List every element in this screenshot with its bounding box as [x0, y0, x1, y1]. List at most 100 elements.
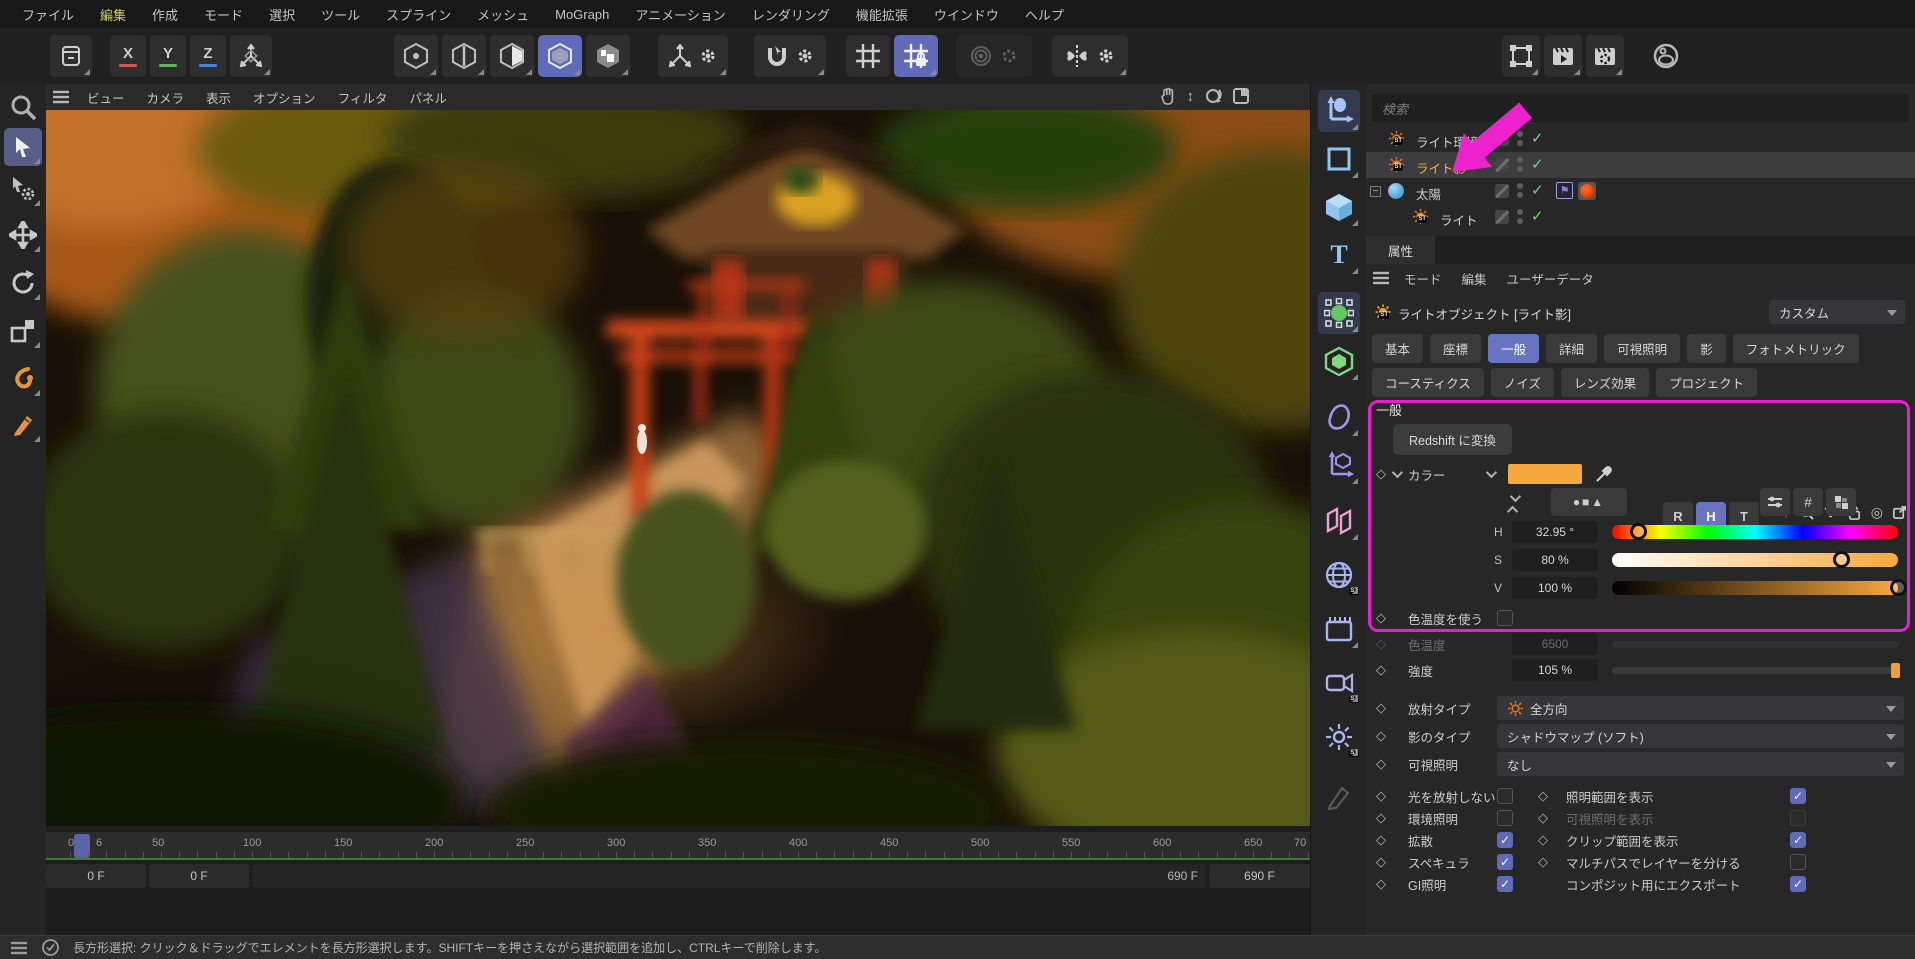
checkbox-クリップ範囲を表示[interactable]: ✓: [1790, 832, 1806, 848]
pan-view-icon[interactable]: [1159, 87, 1177, 105]
dropdown-影のタイプ[interactable]: シャドウマップ (ソフト): [1497, 724, 1904, 748]
lock-workplane-button[interactable]: [894, 35, 938, 77]
tweak-tool[interactable]: [4, 170, 42, 208]
pen-tool-icon[interactable]: [4, 406, 42, 444]
viewport-burger-icon[interactable]: [52, 90, 70, 104]
hsv-value-S[interactable]: 80 %: [1512, 549, 1598, 571]
menu-ツール[interactable]: ツール: [309, 1, 372, 28]
viewport-menu-5[interactable]: パネル: [398, 85, 458, 110]
checkbox-スペキュラ[interactable]: ✓: [1497, 854, 1513, 870]
menu-メッシュ[interactable]: メッシュ: [465, 1, 541, 28]
expander-icon[interactable]: −: [1370, 186, 1381, 197]
symmetry-object-icon[interactable]: [1318, 500, 1360, 542]
hsv-slider-V[interactable]: [1612, 581, 1898, 595]
slider-knob[interactable]: [1833, 551, 1850, 568]
hsv-slider-S[interactable]: [1612, 553, 1898, 567]
attr-tab-ノイズ[interactable]: ノイズ: [1491, 368, 1554, 397]
intensity-slider-knob[interactable]: [1891, 663, 1900, 678]
expand-up-icon[interactable]: [1507, 506, 1518, 517]
range-start-field[interactable]: 0 F: [149, 864, 249, 888]
swatches-grid-icon[interactable]: [1826, 488, 1856, 516]
axis-settings-button[interactable]: [658, 35, 728, 77]
menu-アニメーション[interactable]: アニメーション: [623, 1, 737, 28]
keyframe-diamond-icon[interactable]: ◇: [1376, 810, 1386, 826]
edges-mode-button[interactable]: [442, 35, 486, 77]
texture-mode-button[interactable]: [586, 35, 630, 77]
tab-attributes[interactable]: 属性: [1366, 236, 1435, 264]
expand-down-icon[interactable]: [1510, 491, 1521, 502]
hsv-value-V[interactable]: 100 %: [1512, 577, 1598, 599]
stage-object-icon[interactable]: [1318, 608, 1360, 650]
menu-ウインドウ[interactable]: ウインドウ: [922, 1, 1011, 28]
slider-knob[interactable]: [1630, 523, 1647, 540]
attr-tab-影[interactable]: 影: [1687, 334, 1726, 363]
attr-tab-フォトメトリック[interactable]: フォトメトリック: [1733, 334, 1859, 363]
sculpt-pen-icon[interactable]: [1318, 776, 1360, 818]
render-settings-button[interactable]: [1586, 35, 1624, 77]
tree-row-太陽[interactable]: −太陽✓⚑: [1366, 178, 1915, 204]
viewport-menu-0[interactable]: ビュー: [76, 85, 136, 110]
color-mixer-icon[interactable]: [1760, 488, 1790, 516]
attr-menu-1[interactable]: 編集: [1452, 266, 1497, 291]
workplane-button[interactable]: [846, 35, 890, 77]
compositing-tag-icon[interactable]: ⚑: [1556, 182, 1573, 199]
enabled-check-icon[interactable]: ✓: [1531, 129, 1544, 147]
enabled-check-icon[interactable]: ✓: [1531, 155, 1544, 173]
keyframe-diamond-icon[interactable]: ◇: [1538, 810, 1548, 826]
visibility-toggle-icon[interactable]: [1495, 132, 1509, 146]
eyedropper-icon[interactable]: [1594, 464, 1614, 484]
temp-value-field[interactable]: 6500: [1512, 633, 1598, 655]
search-input[interactable]: 検索: [1372, 94, 1909, 122]
keyframe-diamond-icon[interactable]: ◇: [1376, 832, 1386, 848]
viewport-3d-scene[interactable]: [46, 110, 1310, 826]
checkbox-GI照明[interactable]: ✓: [1497, 876, 1513, 892]
attr-menu-2[interactable]: ユーザーデータ: [1497, 266, 1604, 291]
visibility-toggle-icon[interactable]: [1495, 210, 1509, 224]
subdivision-surface-icon[interactable]: [1318, 396, 1360, 438]
checkbox-光を放射しない[interactable]: [1497, 788, 1513, 804]
menu-編集[interactable]: 編集: [88, 1, 138, 28]
hsv-slider-H[interactable]: [1612, 525, 1898, 539]
hsv-value-H[interactable]: 32.95 °: [1512, 521, 1598, 543]
text-spline-icon[interactable]: T: [1318, 234, 1360, 276]
null-axis-icon[interactable]: [1318, 444, 1360, 486]
attr-menu-0[interactable]: モード: [1394, 266, 1452, 291]
menu-作成[interactable]: 作成: [140, 1, 190, 28]
hex-input-icon[interactable]: #: [1793, 488, 1823, 516]
keyframe-diamond-icon[interactable]: ◇: [1376, 700, 1386, 716]
attr-tab-基本[interactable]: 基本: [1372, 334, 1423, 363]
rectangle-primitive-icon[interactable]: [1318, 138, 1360, 180]
attr-tab-プロジェクト[interactable]: プロジェクト: [1656, 368, 1757, 397]
axis-lock-z[interactable]: Z: [190, 35, 226, 77]
keyframe-diamond-icon[interactable]: ◇: [1376, 854, 1386, 870]
render-view-button[interactable]: [1544, 35, 1582, 77]
attr-tab-座標[interactable]: 座標: [1430, 334, 1481, 363]
model-mode-button[interactable]: [538, 35, 582, 77]
menu-機能拡張[interactable]: 機能拡張: [844, 1, 920, 28]
enabled-check-icon[interactable]: ✓: [1531, 181, 1544, 199]
viewport-menu-3[interactable]: オプション: [242, 85, 327, 110]
visibility-toggle-icon[interactable]: [1495, 158, 1509, 172]
keyframe-diamond-icon[interactable]: ◇: [1538, 854, 1548, 870]
use-temp-checkbox[interactable]: [1497, 610, 1513, 626]
attr-tab-一般[interactable]: 一般: [1488, 334, 1539, 363]
editor-render-dots[interactable]: [1517, 131, 1523, 146]
coordinate-system-button[interactable]: [230, 35, 272, 77]
attr-burger-icon[interactable]: [1372, 271, 1390, 285]
editor-render-dots[interactable]: [1517, 157, 1523, 172]
checkbox-可視照明を表示[interactable]: [1790, 810, 1806, 826]
visibility-toggle-icon[interactable]: [1495, 184, 1509, 198]
keyframe-diamond-icon[interactable]: ◇: [1376, 466, 1386, 482]
axis-lock-y[interactable]: Y: [150, 35, 186, 77]
volume-builder-icon[interactable]: [1318, 340, 1360, 382]
menu-スプライン[interactable]: スプライン: [374, 1, 463, 28]
checkbox-照明範囲を表示[interactable]: ✓: [1790, 788, 1806, 804]
attr-tab-コースティクス[interactable]: コースティクス: [1372, 368, 1484, 397]
render-region-button[interactable]: [1502, 35, 1540, 77]
scale-tool[interactable]: [4, 312, 42, 350]
checkbox-コンポジット用にエクスポート[interactable]: ✓: [1790, 876, 1806, 892]
undo-history-button[interactable]: [50, 35, 92, 77]
timeline-ruler[interactable]: 0650100150200250300350400450500550600650…: [46, 832, 1310, 860]
status-burger-icon[interactable]: [10, 941, 28, 955]
intensity-value-field[interactable]: 105 %: [1512, 659, 1598, 681]
